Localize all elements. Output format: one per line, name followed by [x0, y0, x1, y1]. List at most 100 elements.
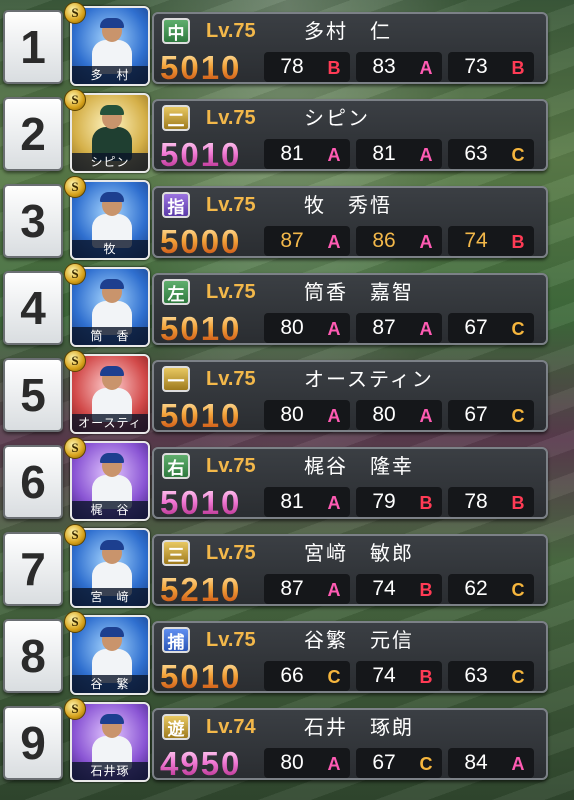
team-power-value: 5010 [160, 310, 242, 347]
ability-grade: A [327, 493, 341, 513]
level-label: Lv.75 [206, 542, 256, 564]
ability-stat: 74 B [448, 226, 534, 256]
ability-value: 78 [464, 490, 488, 513]
player-info-panel[interactable]: 右 Lv.75 梶谷 隆幸 5010 81 A 79 B 78 B [152, 447, 548, 519]
ability-value: 83 [372, 55, 396, 78]
ability-grade: B [419, 667, 433, 687]
card-name-label: 筒 香 [72, 327, 148, 345]
ability-grade: A [419, 232, 433, 252]
ability-grade: B [511, 58, 525, 78]
ability-stat: 78 B [264, 52, 350, 82]
level-label: Lv.75 [206, 281, 256, 303]
ability-stat: 63 C [448, 661, 534, 691]
position-badge: 一 [162, 366, 190, 392]
level-label: Lv.75 [206, 194, 256, 216]
ability-value: 67 [372, 751, 396, 774]
team-power-value: 5010 [160, 136, 242, 173]
ability-stat: 79 B [356, 487, 442, 517]
position-badge: 二 [162, 105, 190, 131]
player-info-panel[interactable]: 左 Lv.75 筒香 嘉智 5010 80 A 87 A 67 C [152, 273, 548, 345]
ability-value: 80 [372, 403, 396, 426]
player-info-panel[interactable]: 一 Lv.75 オースティン 5010 80 A 80 A 67 C [152, 360, 548, 432]
ability-grade: A [419, 319, 433, 339]
rank-s-badge-icon: S [64, 2, 86, 24]
ability-value: 80 [280, 751, 304, 774]
lineup-row[interactable]: 1 多 村 S 中 Lv.75 多村 仁 5010 78 B 83 A 73 B [0, 0, 574, 86]
ability-value: 62 [464, 577, 488, 600]
rank-s-badge-icon: S [64, 89, 86, 111]
team-power-value: 4950 [160, 745, 242, 782]
lineup-row[interactable]: 6 梶 谷 S 右 Lv.75 梶谷 隆幸 5010 81 A 79 B 78 … [0, 435, 574, 521]
ability-grade: A [327, 580, 341, 600]
ability-value: 81 [280, 490, 304, 513]
batting-order-list: 1 多 村 S 中 Lv.75 多村 仁 5010 78 B 83 A 73 B… [0, 0, 574, 800]
lineup-row[interactable]: 8 谷 繁 S 捕 Lv.75 谷繁 元信 5010 66 C 74 B 63 … [0, 609, 574, 695]
ability-stat: 67 C [356, 748, 442, 778]
ability-value: 87 [280, 577, 304, 600]
ability-value: 84 [464, 751, 488, 774]
ability-grade: A [327, 232, 341, 252]
card-name-label: 宮 﨑 [72, 588, 148, 606]
lineup-row[interactable]: 7 宮 﨑 S 三 Lv.75 宮﨑 敏郎 5210 87 A 74 B 62 … [0, 522, 574, 608]
ability-grade: A [327, 406, 341, 426]
team-power-value: 5000 [160, 223, 242, 260]
player-info-panel[interactable]: 中 Lv.75 多村 仁 5010 78 B 83 A 73 B [152, 12, 548, 84]
ability-stat: 81 A [264, 139, 350, 169]
ability-grade: B [511, 493, 525, 513]
position-badge: 遊 [162, 714, 190, 740]
card-name-label: 多 村 [72, 66, 148, 84]
ability-stat: 87 A [356, 313, 442, 343]
card-name-label: 石井琢 [72, 762, 148, 780]
batting-order-number: 1 [3, 10, 63, 84]
ability-value: 66 [280, 664, 304, 687]
position-badge: 中 [162, 18, 190, 44]
position-badge: 右 [162, 453, 190, 479]
card-name-label: オースティン [72, 414, 148, 432]
ability-value: 87 [280, 229, 304, 252]
lineup-row[interactable]: 3 牧 S 指 Lv.75 牧 秀悟 5000 87 A 86 A 74 B [0, 174, 574, 260]
player-info-panel[interactable]: 遊 Lv.74 石井 琢朗 4950 80 A 67 C 84 A [152, 708, 548, 780]
ability-grade: B [419, 580, 433, 600]
ability-value: 80 [280, 403, 304, 426]
ability-grade: A [327, 319, 341, 339]
lineup-row[interactable]: 9 石井琢 S 遊 Lv.74 石井 琢朗 4950 80 A 67 C 84 … [0, 696, 574, 782]
level-label: Lv.75 [206, 20, 256, 42]
ability-stat: 81 A [264, 487, 350, 517]
position-badge: 三 [162, 540, 190, 566]
player-name: 牧 秀悟 [304, 193, 392, 217]
player-info-panel[interactable]: 指 Lv.75 牧 秀悟 5000 87 A 86 A 74 B [152, 186, 548, 258]
ability-grade: B [511, 232, 525, 252]
ability-grade: C [511, 319, 525, 339]
card-name-label: シピン [72, 153, 148, 171]
ability-value: 63 [464, 142, 488, 165]
ability-stat: 80 A [356, 400, 442, 430]
lineup-row[interactable]: 2 シピン S 二 Lv.75 シピン 5010 81 A 81 A 63 C [0, 87, 574, 173]
card-name-label: 谷 繁 [72, 675, 148, 693]
ability-stat: 73 B [448, 52, 534, 82]
position-badge: 捕 [162, 627, 190, 653]
batting-order-number: 7 [3, 532, 63, 606]
card-name-label: 梶 谷 [72, 501, 148, 519]
lineup-row[interactable]: 5 オースティン S 一 Lv.75 オースティン 5010 80 A 80 A [0, 348, 574, 434]
player-name: シピン [304, 106, 370, 130]
ability-stat: 67 C [448, 313, 534, 343]
rank-s-badge-icon: S [64, 437, 86, 459]
ability-grade: C [511, 406, 525, 426]
level-label: Lv.75 [206, 629, 256, 651]
ability-value: 63 [464, 664, 488, 687]
ability-value: 78 [280, 55, 304, 78]
rank-s-badge-icon: S [64, 698, 86, 720]
lineup-row[interactable]: 4 筒 香 S 左 Lv.75 筒香 嘉智 5010 80 A 87 A 67 … [0, 261, 574, 347]
player-name: 筒香 嘉智 [304, 280, 414, 304]
ability-grade: A [419, 58, 433, 78]
ability-grade: A [327, 145, 341, 165]
player-info-panel[interactable]: 捕 Lv.75 谷繁 元信 5010 66 C 74 B 63 C [152, 621, 548, 693]
ability-value: 67 [464, 316, 488, 339]
ability-stat: 67 C [448, 400, 534, 430]
player-info-panel[interactable]: 二 Lv.75 シピン 5010 81 A 81 A 63 C [152, 99, 548, 171]
player-info-panel[interactable]: 三 Lv.75 宮﨑 敏郎 5210 87 A 74 B 62 C [152, 534, 548, 606]
batting-order-number: 9 [3, 706, 63, 780]
ability-value: 86 [372, 229, 396, 252]
ability-grade: A [419, 406, 433, 426]
position-badge: 左 [162, 279, 190, 305]
